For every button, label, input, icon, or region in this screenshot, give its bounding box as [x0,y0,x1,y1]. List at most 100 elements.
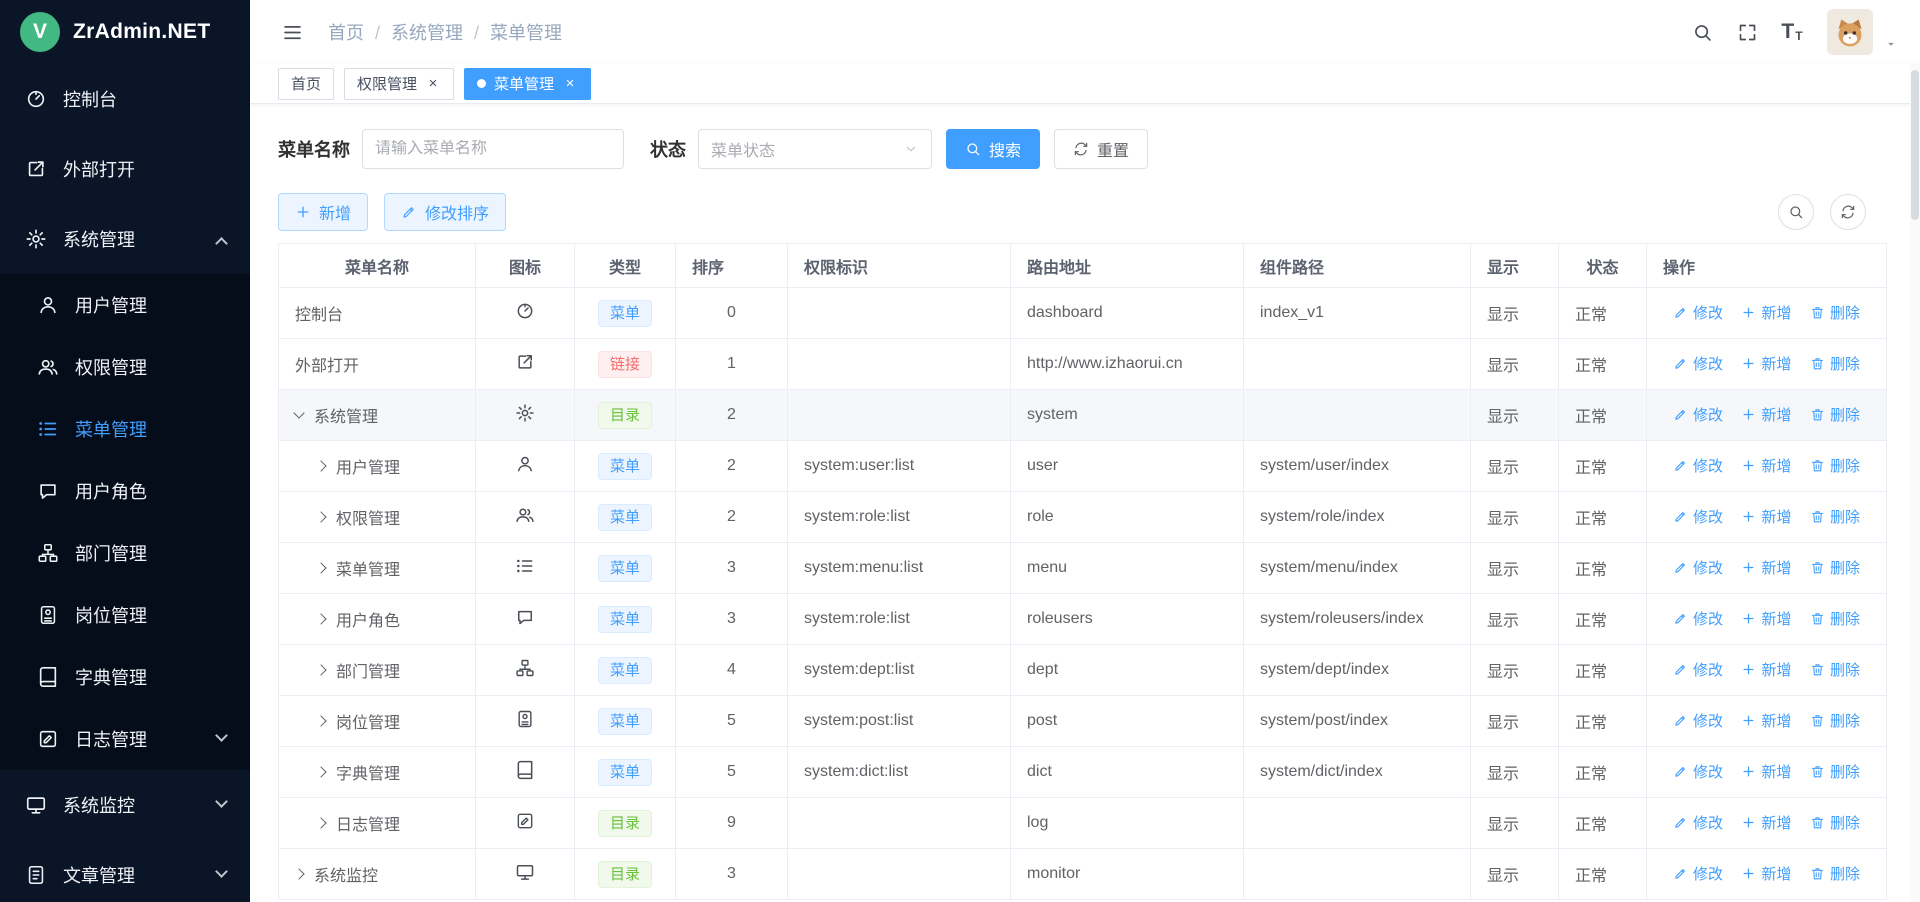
tree-caret-icon[interactable] [315,613,326,624]
type-tag: 菜单 [598,708,652,735]
tree-caret-icon[interactable] [315,562,326,573]
search-icon[interactable] [1682,12,1722,52]
row-add-link[interactable]: 新增 [1741,557,1791,578]
row-edit-link[interactable]: 修改 [1673,608,1723,629]
row-add-link[interactable]: 新增 [1741,506,1791,527]
row-edit-link[interactable]: 修改 [1673,863,1723,884]
sidebar-item[interactable]: 日志管理 [0,708,250,770]
sidebar-item[interactable]: 系统监控 [0,770,250,840]
tree-caret-icon[interactable] [315,460,326,471]
status-cell: 正常 [1559,594,1647,645]
sidebar-item[interactable]: 菜单管理 [0,398,250,460]
row-delete-link[interactable]: 删除 [1810,557,1860,578]
sidebar-item[interactable]: 用户角色 [0,460,250,522]
logo[interactable]: V ZrAdmin.NET [0,0,250,64]
row-add-link[interactable]: 新增 [1741,863,1791,884]
row-edit-link[interactable]: 修改 [1673,557,1723,578]
tree-caret-icon[interactable] [315,715,326,726]
sidebar-item[interactable]: 部门管理 [0,522,250,584]
tree-caret-icon[interactable] [315,511,326,522]
column-header: 排序 [676,244,788,288]
row-edit-link[interactable]: 修改 [1673,302,1723,323]
add-button[interactable]: 新增 [278,193,368,231]
sidebar-item[interactable]: 外部打开 [0,134,250,204]
tab[interactable]: 首页 [278,68,334,100]
row-edit-link[interactable]: 修改 [1673,710,1723,731]
reset-button[interactable]: 重置 [1054,129,1148,169]
tree-caret-icon[interactable] [293,868,304,879]
row-delete-link[interactable]: 删除 [1810,659,1860,680]
row-edit-link[interactable]: 修改 [1673,404,1723,425]
sidebar-item[interactable]: 控制台 [0,64,250,134]
trash-icon [1810,713,1825,728]
visible-cell: 显示 [1471,645,1559,696]
tab-close-icon[interactable] [562,76,578,92]
row-add-link[interactable]: 新增 [1741,659,1791,680]
visible-cell: 显示 [1471,696,1559,747]
sidebar-item-label: 系统监控 [63,792,135,818]
row-add-link[interactable]: 新增 [1741,455,1791,476]
sidebar-item[interactable]: 文章管理 [0,840,250,902]
sidebar-item[interactable]: 字典管理 [0,646,250,708]
avatar[interactable] [1827,9,1873,55]
tree-caret-icon[interactable] [315,766,326,777]
route-cell: http://www.izhaorui.cn [1011,339,1244,390]
row-add-link[interactable]: 新增 [1741,353,1791,374]
row-delete-link[interactable]: 删除 [1810,506,1860,527]
breadcrumb-item[interactable]: 首页 [328,19,391,45]
page-scrollbar-thumb[interactable] [1911,70,1919,220]
table-row: 字典管理 菜单 5 system:dict:list dict system/d… [279,747,1887,798]
sidebar-item[interactable]: 岗位管理 [0,584,250,646]
row-edit-link[interactable]: 修改 [1673,812,1723,833]
row-edit-link[interactable]: 修改 [1673,506,1723,527]
row-delete-link[interactable]: 删除 [1810,812,1860,833]
app-title: ZrAdmin.NET [73,20,210,44]
tree-caret-icon[interactable] [293,407,304,418]
menu-name-input[interactable] [375,140,611,158]
font-size-icon[interactable] [1772,12,1812,52]
status-select[interactable]: 菜单状态 [698,129,932,169]
row-delete-link[interactable]: 删除 [1810,353,1860,374]
sidebar-item[interactable]: 用户管理 [0,274,250,336]
row-edit-link[interactable]: 修改 [1673,353,1723,374]
column-header: 操作 [1647,244,1887,288]
hamburger-icon[interactable] [272,12,312,52]
row-delete-link[interactable]: 删除 [1810,455,1860,476]
modify-sort-button[interactable]: 修改排序 [384,193,506,231]
caret-down-icon[interactable] [1884,37,1898,51]
row-delete-link[interactable]: 删除 [1810,863,1860,884]
row-delete-link[interactable]: 删除 [1810,710,1860,731]
breadcrumb-item[interactable]: 菜单管理 [490,19,562,45]
tree-caret-icon[interactable] [315,817,326,828]
breadcrumb-item[interactable]: 系统管理 [391,19,490,45]
status-cell: 正常 [1559,849,1647,900]
row-delete-link[interactable]: 删除 [1810,761,1860,782]
tab[interactable]: 菜单管理 [464,68,591,100]
sidebar-item[interactable]: 系统管理 [0,204,250,274]
row-add-link[interactable]: 新增 [1741,404,1791,425]
tree-caret-icon[interactable] [315,664,326,675]
gear-icon [515,403,535,423]
row-add-link[interactable]: 新增 [1741,761,1791,782]
tab-close-icon[interactable] [425,76,441,92]
row-delete-link[interactable]: 删除 [1810,302,1860,323]
row-delete-label: 删除 [1830,455,1860,476]
tab[interactable]: 权限管理 [344,68,454,100]
fullscreen-icon[interactable] [1727,12,1767,52]
row-edit-link[interactable]: 修改 [1673,761,1723,782]
status-cell: 正常 [1559,696,1647,747]
row-add-link[interactable]: 新增 [1741,710,1791,731]
row-add-link[interactable]: 新增 [1741,812,1791,833]
row-delete-link[interactable]: 删除 [1810,608,1860,629]
row-add-link[interactable]: 新增 [1741,608,1791,629]
search-button[interactable]: 搜索 [946,129,1040,169]
table-refresh-button[interactable] [1830,194,1866,230]
table-search-button[interactable] [1778,194,1814,230]
app-root: V ZrAdmin.NET 控制台 外部打开 系统管理 [0,0,1920,902]
sidebar-item[interactable]: 权限管理 [0,336,250,398]
trash-icon [1810,509,1825,524]
row-add-link[interactable]: 新增 [1741,302,1791,323]
row-edit-link[interactable]: 修改 [1673,455,1723,476]
row-delete-link[interactable]: 删除 [1810,404,1860,425]
row-edit-link[interactable]: 修改 [1673,659,1723,680]
